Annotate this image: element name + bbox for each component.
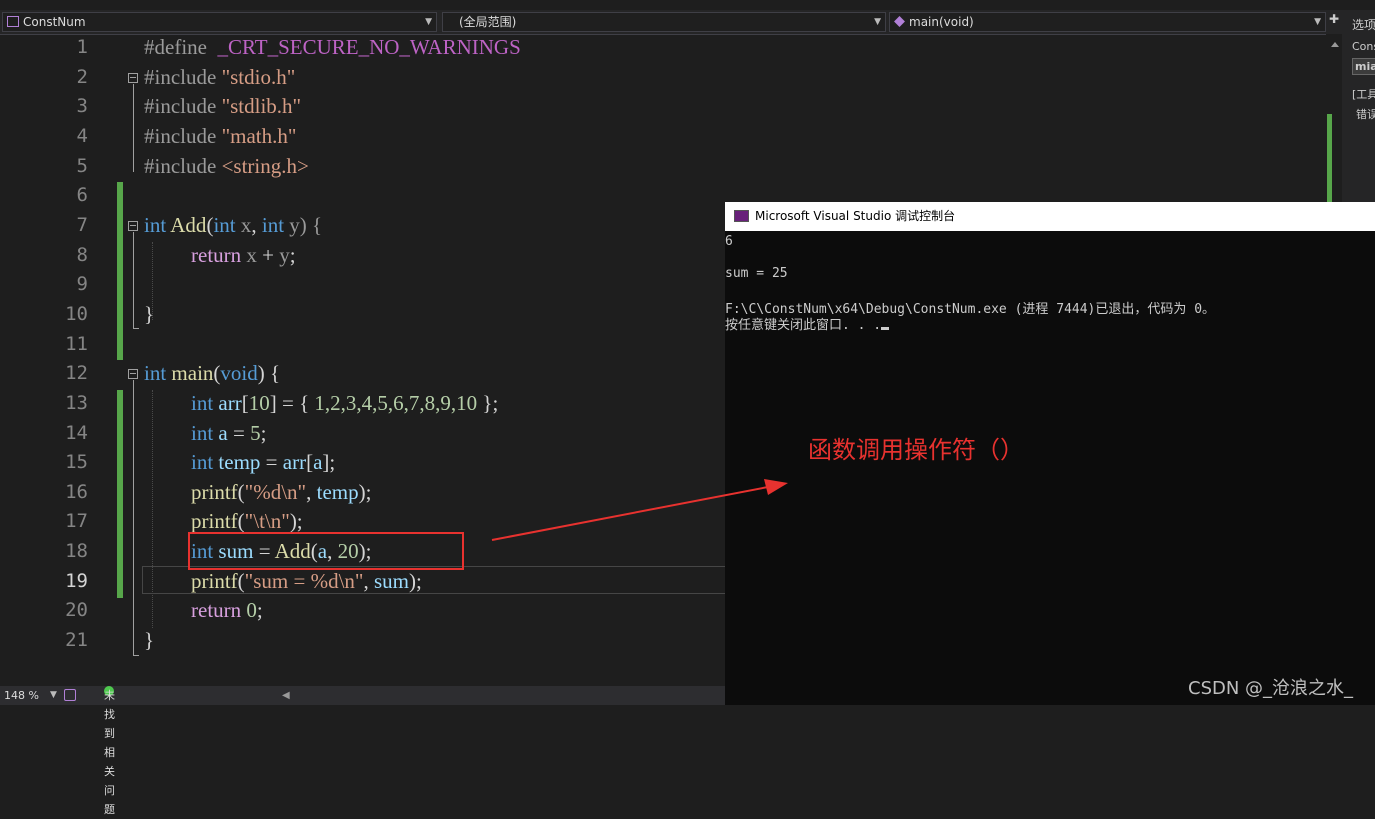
- zoom-level[interactable]: 148 %: [4, 686, 39, 705]
- scroll-left-icon[interactable]: ◀: [282, 686, 290, 705]
- annotation-arrow: [491, 479, 788, 541]
- arrow-line: [491, 486, 769, 541]
- watermark: CSDN @_沧浪之水_: [1188, 678, 1354, 699]
- copilot-icon[interactable]: [64, 689, 76, 701]
- annotation-label: 函数调用操作符（）: [808, 436, 1024, 464]
- zoom-dropdown-icon[interactable]: ▼: [50, 686, 57, 705]
- issues-label: 未找到相关问题: [104, 689, 115, 816]
- arrow-head: [764, 479, 788, 495]
- status-bar: 148 % ▼ 未找到相关问题 ◀: [0, 686, 725, 816]
